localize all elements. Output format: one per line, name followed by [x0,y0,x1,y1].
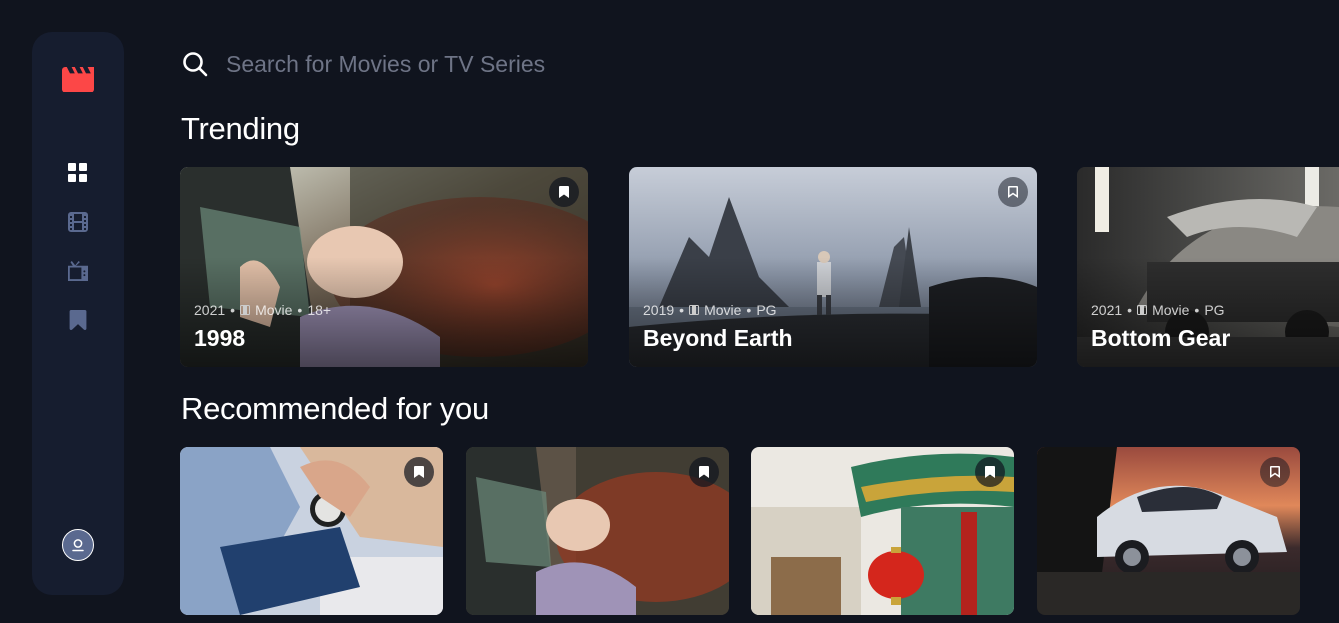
nav-tv-series-icon[interactable] [68,261,88,281]
recommended-card[interactable] [751,447,1014,615]
nav-movies-film-icon[interactable] [68,212,88,232]
trending-card[interactable]: 2019 • Movie • PG Beyond Earth [629,167,1037,367]
card-meta: 2019 • Movie • PG [643,302,777,318]
sidebar [32,32,124,595]
card-category: Movie [1152,302,1190,318]
nav-home-grid-icon[interactable] [68,163,88,183]
nav-bookmark-icon[interactable] [69,310,87,330]
search-icon[interactable] [182,51,208,77]
bookmark-button[interactable] [689,457,719,487]
card-year: 2021 [1091,302,1123,318]
film-icon [689,305,700,315]
card-meta: 2021 • Movie • 18+ [194,302,331,318]
card-title: Bottom Gear [1091,325,1231,351]
user-icon [72,539,84,552]
bookmark-empty-icon [1008,186,1018,198]
card-meta: 2021 • Movie • PG [1091,302,1225,318]
trending-heading: Trending [181,111,300,146]
trending-card[interactable]: 2021 • Movie • 18+ 1998 [180,167,588,367]
dot-separator: • [230,302,236,318]
bookmark-button[interactable] [549,177,579,207]
bookmark-filled-icon [699,466,709,478]
card-rating: PG [1204,302,1225,318]
recommended-card[interactable] [1037,447,1300,615]
bookmark-filled-icon [985,466,995,478]
card-category: Movie [704,302,742,318]
avatar[interactable] [62,529,94,561]
bookmark-empty-icon [1270,466,1280,478]
search-input[interactable] [226,46,826,82]
card-title: 1998 [194,325,246,351]
bookmark-button[interactable] [998,177,1028,207]
trending-card[interactable]: 2021 • Movie • PG Bottom Gear [1077,167,1339,367]
app: Trending [0,0,1339,623]
film-icon [240,305,251,315]
card-year: 2019 [643,302,675,318]
dot-separator: • [746,302,752,318]
bookmark-filled-icon [414,466,424,478]
bookmark-button[interactable] [975,457,1005,487]
dot-separator: • [1194,302,1200,318]
card-title: Beyond Earth [643,325,793,351]
dot-separator: • [297,302,303,318]
card-rating: 18+ [307,302,332,318]
recommended-card[interactable] [466,447,729,615]
bookmark-button[interactable] [1260,457,1290,487]
card-category: Movie [255,302,293,318]
recommended-card[interactable] [180,447,443,615]
bookmark-button[interactable] [404,457,434,487]
card-year: 2021 [194,302,226,318]
dot-separator: • [1127,302,1133,318]
card-rating: PG [756,302,777,318]
clapperboard-icon[interactable] [62,67,94,92]
film-icon [1137,305,1148,315]
dot-separator: • [679,302,685,318]
bookmark-filled-icon [559,186,569,198]
recommended-heading: Recommended for you [181,391,489,426]
